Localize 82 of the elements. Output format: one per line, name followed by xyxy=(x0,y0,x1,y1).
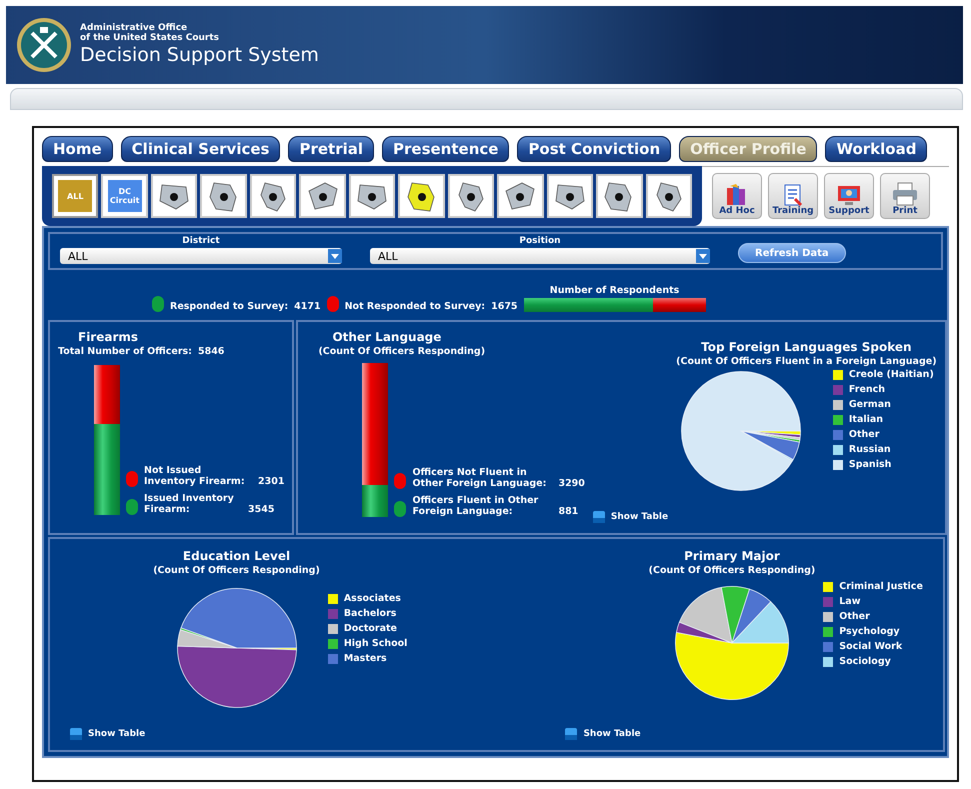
legend-label: Associates xyxy=(344,593,401,604)
legend-label: Psychology xyxy=(839,626,900,637)
district-button[interactable] xyxy=(398,174,445,218)
district-button[interactable] xyxy=(448,174,494,218)
legend-label: Spanish xyxy=(848,459,892,470)
table-icon xyxy=(565,728,578,740)
tool-button[interactable]: Support xyxy=(824,173,874,219)
legend-label: French xyxy=(848,384,886,395)
district-button[interactable] xyxy=(299,174,346,218)
panel-title: Education Level xyxy=(182,549,290,563)
printer-icon xyxy=(892,182,918,206)
district-button[interactable] xyxy=(150,174,198,218)
district-button[interactable] xyxy=(250,174,296,218)
legend-label: Not Responded to Survey: xyxy=(344,301,486,312)
nav-tab[interactable]: Pretrial xyxy=(288,136,374,162)
district-button[interactable] xyxy=(348,174,396,218)
caret-icon xyxy=(699,254,707,258)
filter-label: District xyxy=(182,236,220,246)
legend-label: Masters xyxy=(344,653,387,664)
table-icon xyxy=(70,728,82,740)
nav-tab[interactable]: Workload xyxy=(825,136,928,162)
show-table-button[interactable]: Show Table xyxy=(592,511,668,523)
legend-label: Other xyxy=(848,429,880,440)
count-value: 4171 xyxy=(294,301,321,312)
legend-label: German xyxy=(848,399,891,410)
district-button[interactable] xyxy=(646,174,692,218)
district-select[interactable]: ALL xyxy=(60,248,342,264)
legend-label: Italian xyxy=(848,414,884,425)
legend-label: Responded to Survey: xyxy=(170,301,288,312)
position-select[interactable]: ALL xyxy=(370,248,710,264)
panel-title: Firearms xyxy=(77,330,138,344)
district-button[interactable] xyxy=(200,174,247,218)
tool-button[interactable]: Ad Hoc xyxy=(712,173,762,219)
org-name: of the United States Courts xyxy=(80,33,220,43)
legend-label: Officers Fluent in Other Foreign Language: xyxy=(412,495,540,517)
app-title: Decision Support System xyxy=(80,43,319,67)
legend-label: Criminal Justice xyxy=(839,581,923,592)
nav-tab[interactable]: Home xyxy=(42,136,113,162)
count-value: 881 xyxy=(558,506,578,517)
caret-icon xyxy=(331,254,339,258)
legend-label: Law xyxy=(839,596,860,607)
legend-label: Other xyxy=(839,611,870,622)
count-value: 3545 xyxy=(248,504,274,515)
legend-label: Issued Inventory Firearm: xyxy=(144,493,235,515)
legend-label: Sociology xyxy=(839,656,891,667)
nav-tab[interactable]: Post Conviction xyxy=(517,136,672,162)
count-value: 2301 xyxy=(258,476,284,487)
panel-title: Top Foreign Languages Spoken xyxy=(701,340,912,354)
show-table-button[interactable]: Show Table xyxy=(70,728,146,740)
table-icon xyxy=(592,511,605,523)
tool-button[interactable]: Training xyxy=(768,173,818,219)
legend-label: High School xyxy=(344,638,408,649)
legend-label: Russian xyxy=(848,444,891,455)
count-value: 5846 xyxy=(198,346,224,357)
panel-subtitle: (Count Of Officers Responding) xyxy=(317,346,486,357)
org-name: Administrative Office xyxy=(80,23,188,33)
seal-logo xyxy=(16,17,72,73)
count-value: 3290 xyxy=(558,478,585,489)
district-button[interactable] xyxy=(596,174,643,218)
legend-label: Officers Not Fluent in Other Foreign Language: xyxy=(412,467,548,489)
panel-subtitle: (Count Of Officers Responding) xyxy=(153,565,320,576)
panel-title: Primary Major xyxy=(684,549,780,563)
tool-button[interactable]: Print xyxy=(880,173,930,219)
count-value: 1675 xyxy=(491,301,518,312)
document-icon xyxy=(783,184,803,206)
panel-subtitle: (Count Of Officers Fluent in a Foreign Language) xyxy=(676,356,937,367)
legend-label: Social Work xyxy=(839,641,902,652)
bar-title: Number of Respondents xyxy=(550,285,680,296)
show-table-button[interactable]: Show Table xyxy=(565,728,641,740)
legend-label: Creole (Haitian) xyxy=(848,369,934,380)
legend-label: Bachelors xyxy=(344,608,396,619)
nav-tab[interactable]: Clinical Services xyxy=(120,136,280,162)
district-button[interactable] xyxy=(546,174,594,218)
panel-subtitle: (Count Of Officers Responding) xyxy=(648,565,816,576)
district-button[interactable] xyxy=(497,174,544,218)
legend-label: Doctorate xyxy=(344,623,398,634)
monitor-icon xyxy=(837,184,861,206)
filter-label: Position xyxy=(519,236,561,246)
panel-title: Other Language xyxy=(331,330,442,344)
nav-tab[interactable]: Presentence xyxy=(382,136,510,162)
legend-label: Not Issued Inventory Firearm: xyxy=(144,465,246,487)
total-label: Total Number of Officers: xyxy=(58,346,192,357)
